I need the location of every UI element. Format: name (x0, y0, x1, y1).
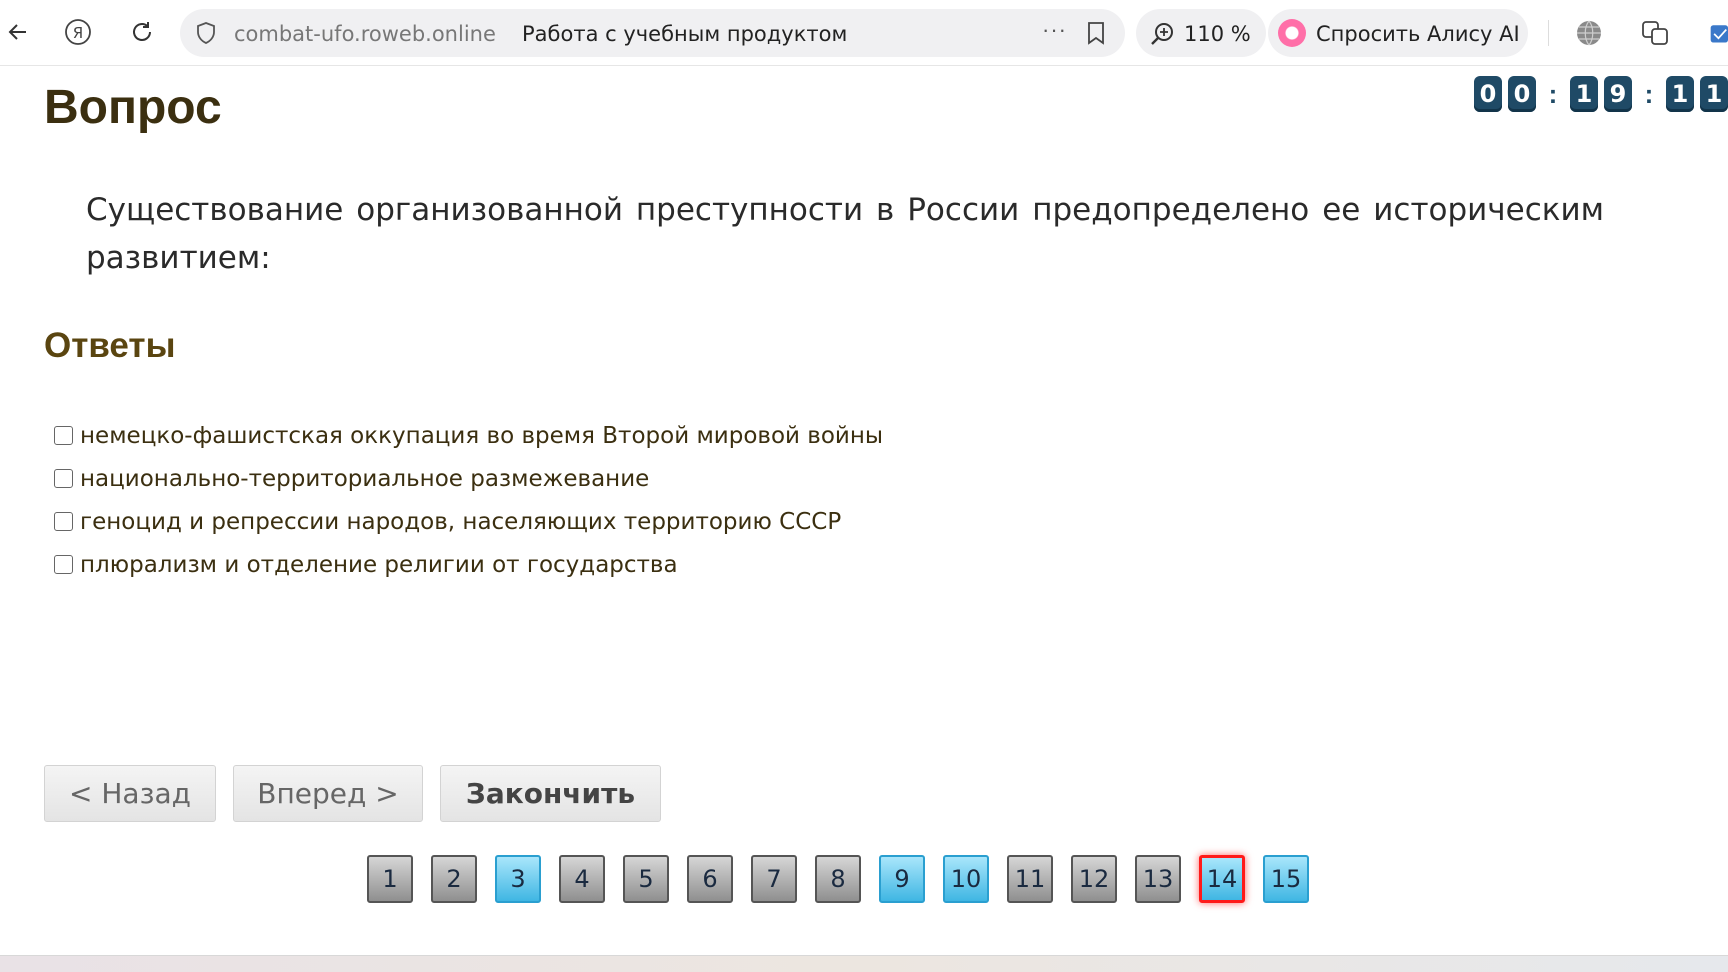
answer-option[interactable]: национально-территориальное размежевание (54, 457, 883, 500)
zoom-control[interactable]: 110 % (1136, 9, 1266, 57)
reload-icon[interactable] (124, 14, 160, 50)
page-button[interactable]: 11 (1007, 855, 1053, 903)
answer-checkbox[interactable] (54, 426, 73, 445)
toolbar-divider (1548, 20, 1549, 46)
timer-digit: 1 (1700, 76, 1728, 112)
tab-page-title: Работа с учебным продуктом (522, 22, 848, 46)
browser-bottom-bar (0, 955, 1728, 972)
timer-digit: 9 (1604, 76, 1632, 112)
answer-list: немецко-фашистская оккупация во время Вт… (54, 414, 883, 586)
timer-separator: : (1644, 78, 1654, 109)
answer-checkbox[interactable] (54, 512, 73, 531)
shield-icon[interactable] (194, 21, 218, 45)
answer-checkbox[interactable] (54, 469, 73, 488)
answer-option[interactable]: геноцид и репрессии народов, населяющих … (54, 500, 883, 543)
url-domain[interactable]: combat-ufo.roweb.online (234, 22, 496, 46)
globe-icon[interactable] (1572, 16, 1606, 50)
translate-icon[interactable] (1638, 16, 1672, 50)
answer-option[interactable]: немецко-фашистская оккупация во время Вт… (54, 414, 883, 457)
ask-alice-label: Спросить Алису AI (1316, 22, 1520, 46)
more-options-icon[interactable]: ··· (1042, 17, 1067, 43)
answer-text[interactable]: немецко-фашистская оккупация во время Вт… (80, 423, 883, 449)
forward-button[interactable]: Вперед > (233, 765, 423, 822)
address-bar[interactable]: combat-ufo.roweb.online Работа с учебным… (180, 9, 1125, 57)
timer-digit: 0 (1508, 76, 1536, 112)
page-button[interactable]: 15 (1263, 855, 1309, 903)
page-button-current[interactable]: 14 (1199, 855, 1245, 903)
answer-option[interactable]: плюрализм и отделение религии от государ… (54, 543, 883, 586)
timer-digit: 0 (1474, 76, 1502, 112)
zoom-level: 110 % (1184, 22, 1251, 46)
back-button[interactable]: < Назад (44, 765, 216, 822)
page-button[interactable]: 9 (879, 855, 925, 903)
zoom-icon (1150, 21, 1176, 52)
countdown-timer: 0 0 : 1 9 : 1 1 (1474, 76, 1728, 112)
page-button[interactable]: 1 (367, 855, 413, 903)
page-button[interactable]: 5 (623, 855, 669, 903)
page-button[interactable]: 7 (751, 855, 797, 903)
answer-text[interactable]: плюрализм и отделение религии от государ… (80, 552, 678, 578)
timer-digit: 1 (1570, 76, 1598, 112)
question-text: Существование организованной преступност… (86, 192, 1604, 276)
page-button[interactable]: 4 (559, 855, 605, 903)
question-pager: 1 2 3 4 5 6 7 8 9 10 11 12 13 14 15 (367, 855, 1327, 903)
browser-toolbar: Я combat-ufo.roweb.online Работа с учебн… (0, 0, 1728, 66)
ask-alice-button[interactable]: Спросить Алису AI (1268, 9, 1528, 57)
finish-button[interactable]: Закончить (440, 765, 661, 822)
page-button[interactable]: 2 (431, 855, 477, 903)
extension-icon[interactable] (1702, 16, 1728, 50)
back-arrow-icon[interactable] (0, 14, 36, 50)
timer-separator: : (1548, 78, 1558, 109)
answer-checkbox[interactable] (54, 555, 73, 574)
page-button[interactable]: 10 (943, 855, 989, 903)
page-button[interactable]: 6 (687, 855, 733, 903)
alice-icon (1278, 19, 1306, 47)
question-heading: Вопрос (44, 81, 222, 134)
bookmark-icon[interactable] (1086, 21, 1106, 50)
answers-heading: Ответы (44, 326, 176, 365)
answer-text[interactable]: национально-территориальное размежевание (80, 466, 649, 492)
page-button[interactable]: 3 (495, 855, 541, 903)
page-button[interactable]: 8 (815, 855, 861, 903)
timer-digit: 1 (1666, 76, 1694, 112)
svg-text:Я: Я (73, 24, 83, 42)
yandex-home-icon[interactable]: Я (60, 14, 96, 50)
page-button[interactable]: 13 (1135, 855, 1181, 903)
page-button[interactable]: 12 (1071, 855, 1117, 903)
answer-text[interactable]: геноцид и репрессии народов, населяющих … (80, 509, 841, 535)
